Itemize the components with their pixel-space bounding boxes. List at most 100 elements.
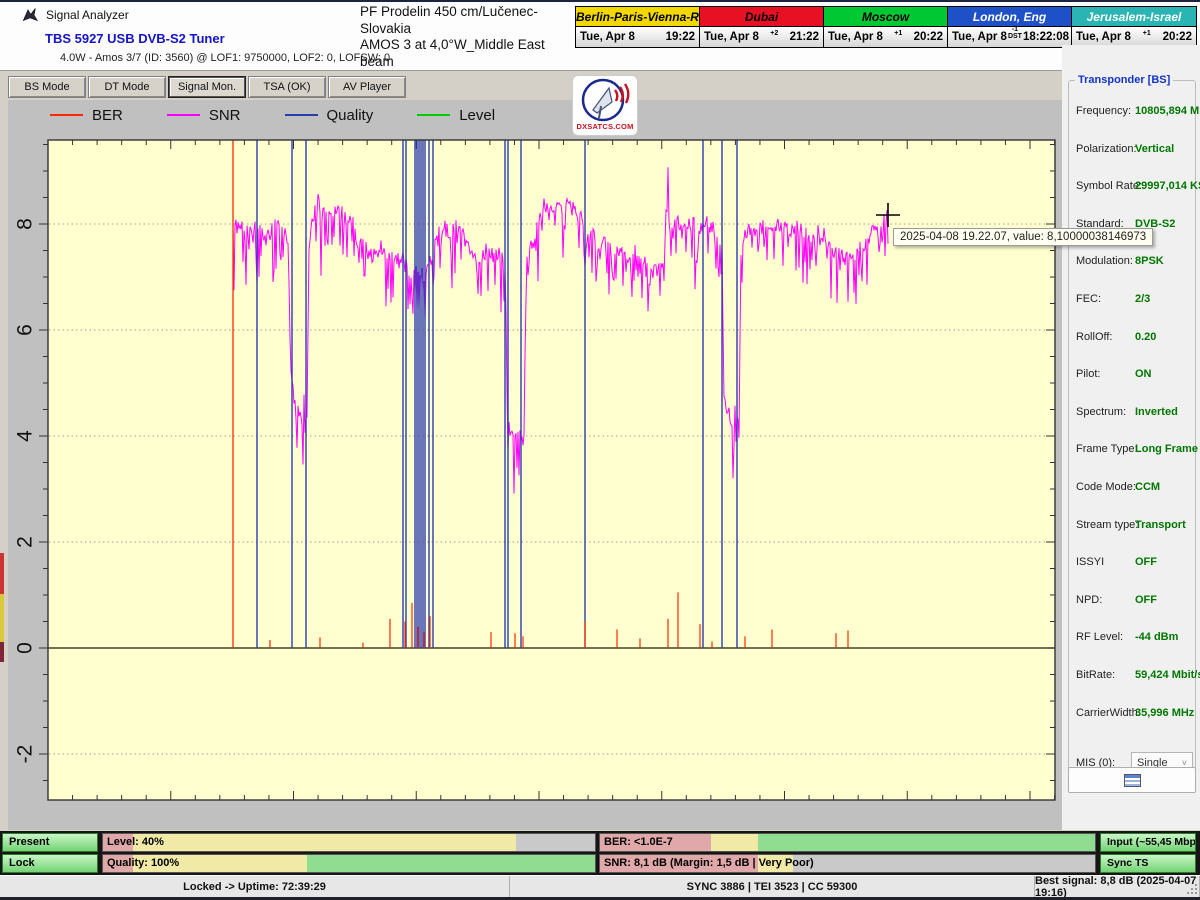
legend-label: Quality xyxy=(327,107,374,124)
transponder-label: Modulation: xyxy=(1076,255,1133,267)
tuner-subtitle: 4.0W - Amos 3/7 (ID: 3560) @ LOF1: 97500… xyxy=(60,52,390,64)
level-progress-bar: Level: 40% xyxy=(102,833,596,852)
progress-label: Level: 40% xyxy=(107,836,164,848)
lock-indicator[interactable]: Lock xyxy=(2,854,98,873)
progress-segment xyxy=(307,855,595,872)
chart-canvas[interactable]: 86420-2 xyxy=(8,100,1062,830)
ts-list-icon xyxy=(1124,774,1141,787)
transponder-value: Vertical xyxy=(1135,143,1174,155)
transponder-label: Code Mode: xyxy=(1076,481,1136,493)
transponder-row-stream-type-: Stream type:Transport xyxy=(1069,519,1197,535)
signal-chart[interactable]: 86420-2 BERSNRQualityLevel 2025-04-08 19… xyxy=(8,100,1062,830)
resize-grip[interactable] xyxy=(1185,882,1199,896)
quality-progress-bar: Quality: 100% xyxy=(102,854,596,873)
svg-text:6: 6 xyxy=(14,324,37,336)
transponder-row-fec-: FEC:2/3 xyxy=(1069,293,1197,309)
clock-time-row: Tue, Apr 8+120:22 xyxy=(824,27,947,47)
tab-dt-mode[interactable]: DT Mode xyxy=(88,76,166,98)
tab-signal-mon-[interactable]: Signal Mon. xyxy=(168,76,246,98)
transponder-row-spectrum-: Spectrum: Inverted xyxy=(1069,406,1197,422)
transponder-value: -44 dBm xyxy=(1135,631,1178,643)
svg-text:8: 8 xyxy=(14,218,37,230)
tab-bs-mode[interactable]: BS Mode xyxy=(8,76,86,98)
transponder-row-rolloff-: RollOff:0.20 xyxy=(1069,331,1197,347)
clock-city-label: London, Eng xyxy=(948,7,1071,27)
clock-city-label: Berlin-Paris-Vienna-Roma xyxy=(576,7,699,27)
transponder-label: RollOff: xyxy=(1076,331,1112,343)
transponder-label: CarrierWidth: xyxy=(1076,707,1141,719)
transponder-row-code-mode-: Code Mode:CCM xyxy=(1069,481,1197,497)
transponder-row-frame-type-: Frame Type:Long Frame xyxy=(1069,443,1197,459)
transponder-label: Frame Type: xyxy=(1076,443,1138,455)
transponder-row-polarization-: Polarization:Vertical xyxy=(1069,143,1197,159)
clock-city-label: Moscow xyxy=(824,7,947,27)
transponder-row-pilot-: Pilot: ON xyxy=(1069,368,1197,384)
tab-av-player[interactable]: AV Player xyxy=(328,76,406,98)
status-best-signal: Best signal: 8,8 dB (2025-04-07 19:16) xyxy=(1035,876,1200,897)
clock-city-label: Dubai xyxy=(700,7,823,27)
clock-moscow: MoscowTue, Apr 8+120:22 xyxy=(824,7,948,47)
transponder-value: 59,424 Mbit/s xyxy=(1135,669,1200,681)
transponder-label: Spectrum: xyxy=(1076,406,1126,418)
transponder-value: Inverted xyxy=(1135,406,1178,418)
logo-text: DXSATCS.COM xyxy=(576,122,633,131)
progress-label: BER: <1.0E-7 xyxy=(604,836,673,848)
transponder-value: 8PSK xyxy=(1135,255,1164,267)
transponder-panel: Transponder [BS] Frequency:10805,894 MHz… xyxy=(1062,45,1200,830)
present-indicator[interactable]: Present xyxy=(2,833,98,852)
transponder-value: ON xyxy=(1135,368,1152,380)
status-sync-counters: SYNC 3886 | TEI 3523 | CC 59300 xyxy=(510,876,1035,897)
chart-legend: BER SNR Quality Level xyxy=(50,104,495,126)
progress-segment xyxy=(758,834,1095,851)
progress-segment xyxy=(516,834,595,851)
progress-label: Quality: 100% xyxy=(107,857,179,869)
transponder-value: Long Frame xyxy=(1135,443,1198,455)
transponder-title: Transponder [BS] xyxy=(1075,74,1173,86)
transponder-value: Transport xyxy=(1135,519,1186,531)
signal-analyzer-window: Signal Analyzer TBS 5927 USB DVB-S2 Tune… xyxy=(0,0,1200,900)
transponder-value: CCM xyxy=(1135,481,1160,493)
transponder-row-rf-level-: RF Level: -44 dBm xyxy=(1069,631,1197,647)
transponder-label: NPD: xyxy=(1076,594,1102,606)
clock-london-eng: London, EngTue, Apr 8-1DST18:22:08 xyxy=(948,7,1072,47)
svg-text:2: 2 xyxy=(14,536,37,548)
legend-swatch xyxy=(167,114,200,116)
legend-item-ber: BER xyxy=(50,107,123,124)
transponder-row-symbol-rate-: Symbol Rate:29997,014 KS/s xyxy=(1069,180,1197,196)
clock-time-row: Tue, Apr 8+221:22 xyxy=(700,27,823,47)
transponder-label: Stream type: xyxy=(1076,519,1138,531)
legend-label: BER xyxy=(92,107,123,124)
edge-sliver-red xyxy=(0,553,4,594)
status-uptime: Locked -> Uptime: 72:39:29 xyxy=(0,876,510,897)
satellite-dish-icon xyxy=(579,76,631,124)
transponder-label: ISSYI xyxy=(1076,556,1104,568)
chart-tooltip: 2025-04-08 19.22.07, value: 8,1000003814… xyxy=(893,228,1153,246)
progress-segment xyxy=(133,834,517,851)
transponder-row-issyi: ISSYIOFF xyxy=(1069,556,1197,572)
clock-dubai: DubaiTue, Apr 8+221:22 xyxy=(700,7,824,47)
transponder-value: 35,996 MHz xyxy=(1135,707,1194,719)
svg-text:-2: -2 xyxy=(14,745,37,764)
transponder-label: Polarization: xyxy=(1076,143,1137,155)
legend-item-level: Level xyxy=(417,107,495,124)
transponder-label: Pilot: xyxy=(1076,368,1100,380)
input-mbps--button[interactable]: Input (~55,45 Mbps) xyxy=(1100,833,1196,852)
tuner-title: TBS 5927 USB DVB-S2 Tuner xyxy=(45,31,225,46)
ts-record-button[interactable] xyxy=(1068,767,1196,793)
legend-swatch xyxy=(417,114,450,116)
legend-label: Level xyxy=(459,107,495,124)
progress-segment xyxy=(793,855,1095,872)
transponder-label: RF Level: xyxy=(1076,631,1123,643)
transponder-groupbox: Transponder [BS] Frequency:10805,894 MHz… xyxy=(1068,80,1196,792)
transponder-value: 10805,894 MHz xyxy=(1135,105,1200,117)
transponder-label: FEC: xyxy=(1076,293,1101,305)
transponder-row-modulation-: Modulation:8PSK xyxy=(1069,255,1197,271)
clock-berlin-paris-vienna-roma: Berlin-Paris-Vienna-RomaTue, Apr 819:22 xyxy=(576,7,700,47)
legend-label: SNR xyxy=(209,107,241,124)
clock-time-row: Tue, Apr 819:22 xyxy=(576,27,699,47)
tab-tsa-ok-[interactable]: TSA (OK) xyxy=(248,76,326,98)
clock-time-row: Tue, Apr 8+120:22 xyxy=(1072,27,1196,47)
clock-time-row: Tue, Apr 8-1DST18:22:08 xyxy=(948,27,1071,47)
sync-ts-button[interactable]: Sync TS xyxy=(1100,854,1196,873)
header: Signal Analyzer TBS 5927 USB DVB-S2 Tune… xyxy=(0,0,1200,70)
